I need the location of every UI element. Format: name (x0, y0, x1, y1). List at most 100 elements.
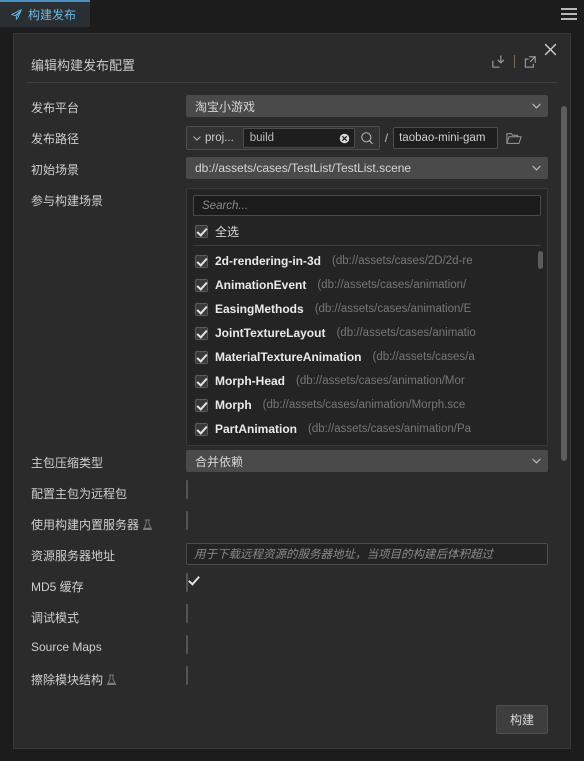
folder-icon[interactable] (506, 132, 522, 145)
platform-value: 淘宝小游戏 (195, 99, 256, 114)
scene-item-path: (db://assets/cases/animation/E (314, 303, 472, 315)
scene-item-checkbox[interactable] (195, 326, 208, 340)
scene-item-path: (db://assets/cases/2D/2d-re (332, 255, 473, 267)
scene-item-path: (db://assets/cases/a (372, 351, 475, 363)
scene-search-placeholder: Search... (202, 199, 249, 212)
scene-list-item[interactable]: 2d-rendering-in-3d (db://assets/cases/2D/… (193, 249, 541, 273)
beta-beaker-icon (142, 519, 153, 530)
export-icon[interactable] (523, 54, 538, 69)
scene-item-checkbox[interactable] (195, 254, 208, 268)
hamburger-menu-icon[interactable] (554, 0, 584, 27)
server-url-input[interactable]: 用于下载远程资源的服务器地址，当项目的构建后体积超过 (186, 543, 548, 565)
erase-module-text: 擦除模块结构 (31, 673, 104, 687)
dialog-body: 发布平台 淘宝小游戏 发布路径 proj... build / taobao-m… (14, 86, 570, 700)
scene-item-name: MaterialTextureAnimation (215, 350, 362, 364)
builtin-server-text: 使用构建内置服务器 (31, 518, 140, 532)
label-build-scenes: 参与构建场景 (31, 194, 104, 208)
scene-item-name: EasingMethods (215, 302, 304, 316)
scene-item-checkbox[interactable] (195, 422, 208, 436)
scene-list-scrollbar[interactable] (538, 251, 543, 269)
path-tail-input[interactable]: taobao-mini-gam (393, 127, 499, 149)
row-build-scenes: 参与构建场景 Search... 全选 2d-rendering-in-3d (d… (14, 185, 570, 446)
label-builtin-server: 使用构建内置服务器 (14, 509, 186, 533)
row-compress-type: 主包压缩类型 合并依赖 (14, 447, 570, 477)
label-md5-cache: MD5 缓存 (31, 580, 84, 594)
scene-item-path: (db://assets/cases/animation/Pa (308, 423, 472, 435)
compress-type-value: 合并依赖 (195, 454, 244, 469)
build-config-dialog: 编辑构建发布配置 发布平台 淘宝小游戏 发布路径 proj... build /… (13, 33, 571, 749)
builtin-server-checkbox[interactable] (186, 511, 188, 530)
path-tail-value: taobao-mini-gam (399, 132, 486, 144)
beta-beaker-icon (106, 674, 117, 685)
label-source-maps: Source Maps (31, 640, 102, 654)
path-root-dropdown[interactable]: proj... (187, 127, 241, 149)
tab-label: 构建发布 (28, 8, 77, 22)
md5-cache-checkbox[interactable] (186, 573, 188, 592)
source-maps-checkbox[interactable] (186, 635, 188, 654)
row-publish-path: 发布路径 proj... build / taobao-mini-gam (14, 123, 570, 153)
label-debug-mode: 调试模式 (31, 611, 80, 625)
start-scene-select[interactable]: db://assets/cases/TestList/TestList.scen… (186, 157, 548, 179)
row-start-scene: 初始场景 db://assets/cases/TestList/TestList… (14, 154, 570, 184)
path-input[interactable]: build (242, 128, 355, 148)
select-all-checkbox[interactable] (195, 225, 208, 238)
row-md5-cache: MD5 缓存 (14, 571, 570, 601)
row-remote-main-package: 配置主包为远程包 (14, 478, 570, 508)
label-publish-path: 发布路径 (31, 132, 80, 146)
scene-item-name: Morph (215, 398, 252, 412)
scene-item-path: (db://assets/cases/animation/Mor (296, 375, 465, 387)
scene-item-checkbox[interactable] (195, 374, 208, 388)
clear-icon[interactable] (339, 133, 350, 144)
scene-item-path: (db://assets/cases/animatio (336, 327, 476, 339)
scene-list-item[interactable]: PartAnimation (db://assets/cases/animatio… (193, 417, 541, 441)
row-builtin-server: 使用构建内置服务器 (14, 509, 570, 539)
path-separator: / (384, 131, 389, 145)
scene-item-path: (db://assets/cases/animation/ (317, 279, 467, 291)
scene-item-checkbox[interactable] (195, 350, 208, 364)
import-icon[interactable] (491, 54, 506, 69)
scene-list-item[interactable]: Morph (db://assets/cases/animation/Morph.… (193, 393, 541, 417)
dialog-header: 编辑构建发布配置 (14, 34, 570, 84)
tab-build-publish[interactable]: 构建发布 (0, 0, 91, 27)
scene-item-name: AnimationEvent (215, 278, 307, 292)
dialog-scrollbar[interactable] (561, 106, 567, 461)
chevron-down-icon (532, 165, 541, 171)
search-icon[interactable] (360, 131, 374, 145)
scene-list-item[interactable]: AnimationEvent (db://assets/cases/animati… (193, 273, 541, 297)
scene-item-name: JointTextureLayout (215, 326, 326, 340)
scene-list-item[interactable]: JointTextureLayout (db://assets/cases/ani… (193, 321, 541, 345)
paper-plane-icon (11, 9, 22, 20)
scene-items-container: 2d-rendering-in-3d (db://assets/cases/2D/… (193, 249, 541, 441)
tab-bar: 构建发布 (0, 0, 584, 27)
path-root-value: proj... (205, 132, 234, 144)
scene-list-item[interactable]: Morph-Head (db://assets/cases/animation/M… (193, 369, 541, 393)
label-start-scene: 初始场景 (31, 163, 80, 177)
chevron-down-icon (532, 103, 541, 109)
row-platform: 发布平台 淘宝小游戏 (14, 92, 570, 122)
scene-list-item[interactable]: MaterialTextureAnimation (db://assets/cas… (193, 345, 541, 369)
scene-list-panel: Search... 全选 2d-rendering-in-3d (db://ass… (186, 188, 548, 446)
select-all-row[interactable]: 全选 (193, 221, 541, 246)
scene-item-checkbox[interactable] (195, 278, 208, 292)
label-compress-type: 主包压缩类型 (31, 456, 104, 470)
chevron-down-icon (193, 135, 201, 141)
scene-search-input[interactable]: Search... (193, 195, 541, 216)
row-erase-module: 擦除模块结构 (14, 664, 570, 694)
chevron-down-icon (532, 458, 541, 464)
close-icon[interactable] (539, 38, 561, 60)
label-erase-module: 擦除模块结构 (14, 664, 186, 688)
debug-mode-checkbox[interactable] (186, 604, 188, 623)
header-separator (27, 82, 557, 83)
build-button[interactable]: 构建 (495, 705, 548, 734)
row-server-url: 资源服务器地址 用于下载远程资源的服务器地址，当项目的构建后体积超过 (14, 540, 570, 570)
scene-item-checkbox[interactable] (195, 398, 208, 412)
erase-module-checkbox[interactable] (186, 666, 188, 685)
compress-type-select[interactable]: 合并依赖 (186, 450, 548, 472)
platform-select[interactable]: 淘宝小游戏 (186, 95, 548, 117)
path-combo: proj... build (186, 126, 380, 150)
scene-list-item[interactable]: EasingMethods (db://assets/cases/animatio… (193, 297, 541, 321)
start-scene-value: db://assets/cases/TestList/TestList.scen… (195, 161, 412, 175)
scene-item-checkbox[interactable] (195, 302, 208, 316)
remote-main-package-checkbox[interactable] (186, 480, 188, 499)
server-url-placeholder: 用于下载远程资源的服务器地址，当项目的构建后体积超过 (194, 549, 493, 561)
